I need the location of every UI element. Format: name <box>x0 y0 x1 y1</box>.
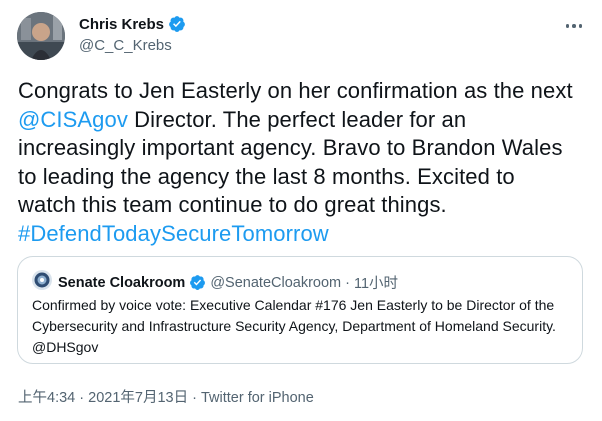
mention-link[interactable]: @CISAgov <box>18 107 128 132</box>
author-avatar[interactable] <box>17 12 65 60</box>
quoted-separator: · <box>345 274 350 291</box>
author-avatar-image <box>17 12 65 60</box>
quoted-author-avatar <box>32 270 52 290</box>
author-name-text: Chris Krebs <box>79 15 165 33</box>
tweet-metadata: 上午4:34 · 2021年7月13日 · Twitter for iPhone <box>18 386 314 407</box>
verified-badge-icon <box>169 16 185 32</box>
quoted-tweet-card[interactable]: Senate Cloakroom @SenateCloakroom · 11小时… <box>17 256 583 364</box>
footer-separator: · <box>188 390 201 406</box>
tweet-text-part1: Congrats to Jen Easterly on her confirma… <box>18 78 573 103</box>
quoted-text: Confirmed by voice vote: Executive Calen… <box>32 297 556 355</box>
quoted-header: Senate Cloakroom @SenateCloakroom · 11小时 <box>58 272 398 293</box>
author-name[interactable]: Chris Krebs <box>79 15 186 33</box>
author-handle[interactable]: @C_C_Krebs <box>79 37 172 54</box>
quoted-timestamp: 11小时 <box>353 276 399 292</box>
hashtag-link[interactable]: #DefendTodaySecureTomorrow <box>18 221 329 246</box>
tweet-time[interactable]: 上午4:34 <box>18 390 75 406</box>
more-dot <box>578 24 583 28</box>
tweet-client[interactable]: Twitter for iPhone <box>201 390 314 406</box>
more-dot <box>565 24 570 28</box>
tweet-date[interactable]: 2021年7月13日 <box>88 390 188 406</box>
verified-badge-icon <box>190 275 206 290</box>
quoted-author-name: Senate Cloakroom <box>58 274 186 291</box>
footer-separator: · <box>75 390 89 406</box>
more-options-icon[interactable] <box>562 14 586 38</box>
more-dot <box>572 24 576 28</box>
seal-icon <box>32 270 52 290</box>
tweet-text: Congrats to Jen Easterly on her confirma… <box>18 77 578 248</box>
quoted-author-handle: @SenateCloakroom <box>210 274 342 291</box>
